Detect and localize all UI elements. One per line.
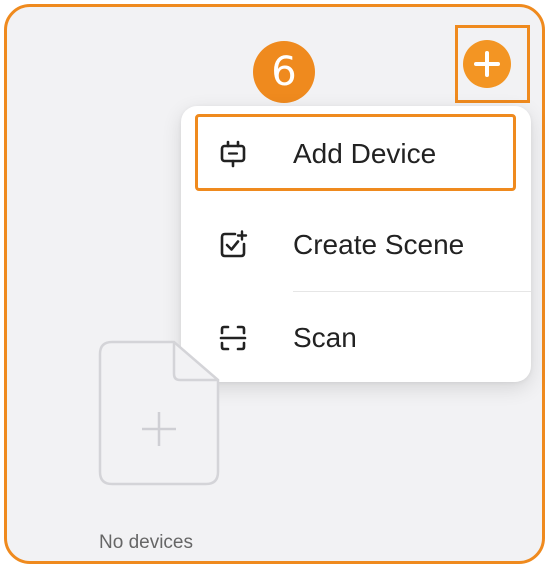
step-number-badge: 6 — [253, 41, 315, 103]
menu-item-scan[interactable]: Scan — [181, 293, 531, 383]
menu-item-label: Scan — [293, 322, 357, 353]
menu-divider — [293, 291, 531, 292]
plus-circle-icon — [474, 51, 500, 77]
menu-item-label: Create Scene — [293, 229, 465, 260]
add-device-highlight — [195, 114, 516, 191]
scene-check-icon — [218, 230, 248, 260]
add-document-icon — [98, 340, 220, 486]
menu-item-create-scene[interactable]: Create Scene — [181, 200, 531, 290]
empty-state-text: No devices — [99, 532, 193, 553]
add-button[interactable] — [463, 40, 511, 88]
scan-icon — [218, 323, 248, 353]
